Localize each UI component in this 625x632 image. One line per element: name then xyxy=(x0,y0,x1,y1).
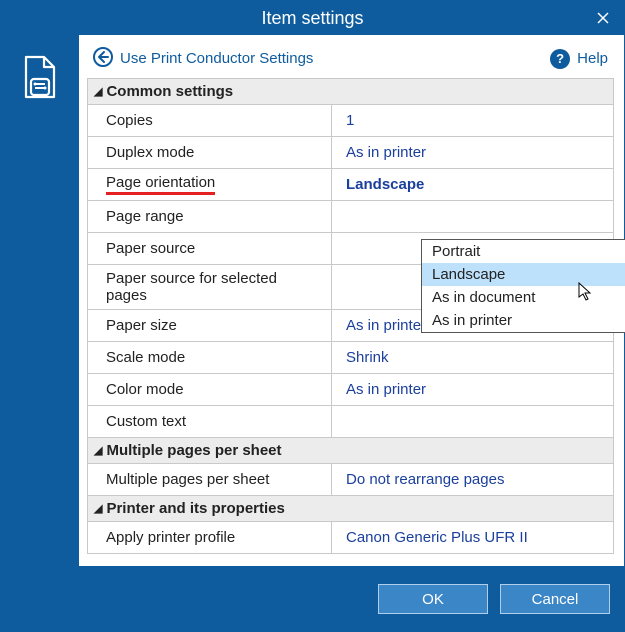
label-source-selected: Paper source for selected pages xyxy=(88,265,332,309)
section-common-label: Common settings xyxy=(106,83,233,100)
close-icon xyxy=(597,12,609,24)
label-custom: Custom text xyxy=(88,406,332,437)
section-multi-label: Multiple pages per sheet xyxy=(106,442,281,459)
section-multi-header[interactable]: ◢ Multiple pages per sheet xyxy=(88,438,613,464)
label-profile: Apply printer profile xyxy=(88,522,332,553)
value-mps: Do not rearrange pages xyxy=(332,464,613,495)
label-orientation: Page orientation xyxy=(88,169,332,200)
value-copies: 1 xyxy=(332,105,613,136)
footer: OK Cancel xyxy=(1,566,624,632)
row-copies[interactable]: Copies 1 xyxy=(88,105,613,137)
orientation-dropdown[interactable]: Portrait Landscape As in document As in … xyxy=(421,239,625,333)
sidebar xyxy=(1,35,79,566)
value-orientation: Landscape xyxy=(332,169,613,200)
row-mps[interactable]: Multiple pages per sheet Do not rearrang… xyxy=(88,464,613,496)
close-button[interactable] xyxy=(592,7,614,29)
titlebar: Item settings xyxy=(1,1,624,35)
value-profile: Canon Generic Plus UFR II xyxy=(332,522,613,553)
value-color: As in printer xyxy=(332,374,613,405)
value-duplex: As in printer xyxy=(332,137,613,168)
document-settings-icon xyxy=(22,55,58,99)
row-duplex[interactable]: Duplex mode As in printer xyxy=(88,137,613,169)
label-color: Color mode xyxy=(88,374,332,405)
label-range: Page range xyxy=(88,201,332,232)
collapse-icon: ◢ xyxy=(94,444,102,457)
label-duplex: Duplex mode xyxy=(88,137,332,168)
label-copies: Copies xyxy=(88,105,332,136)
dropdown-option-landscape[interactable]: Landscape xyxy=(422,263,625,286)
help-link[interactable]: ? Help xyxy=(550,49,608,69)
label-scale: Scale mode xyxy=(88,342,332,373)
dropdown-option-portrait[interactable]: Portrait xyxy=(422,240,625,263)
section-common-header[interactable]: ◢ Common settings xyxy=(88,79,613,105)
row-custom[interactable]: Custom text xyxy=(88,406,613,438)
ok-button[interactable]: OK xyxy=(378,584,488,614)
label-mps: Multiple pages per sheet xyxy=(88,464,332,495)
use-conductor-label: Use Print Conductor Settings xyxy=(120,50,313,67)
dropdown-option-as-in-document[interactable]: As in document xyxy=(422,286,625,309)
collapse-icon: ◢ xyxy=(94,502,102,515)
collapse-icon: ◢ xyxy=(94,85,102,98)
cancel-button[interactable]: Cancel xyxy=(500,584,610,614)
window-title: Item settings xyxy=(1,8,624,29)
main-panel: Use Print Conductor Settings ? Help ◢ Co… xyxy=(79,35,624,566)
row-scale[interactable]: Scale mode Shrink xyxy=(88,342,613,374)
value-custom xyxy=(332,406,613,437)
use-conductor-link[interactable]: Use Print Conductor Settings xyxy=(93,47,313,70)
label-size: Paper size xyxy=(88,310,332,341)
value-scale: Shrink xyxy=(332,342,613,373)
row-profile[interactable]: Apply printer profile Canon Generic Plus… xyxy=(88,522,613,554)
section-printer-label: Printer and its properties xyxy=(106,500,284,517)
row-color[interactable]: Color mode As in printer xyxy=(88,374,613,406)
dropdown-option-as-in-printer[interactable]: As in printer xyxy=(422,309,625,332)
top-toolbar: Use Print Conductor Settings ? Help xyxy=(87,43,614,78)
help-label: Help xyxy=(577,50,608,67)
section-printer-header[interactable]: ◢ Printer and its properties xyxy=(88,496,613,522)
back-arrow-icon xyxy=(93,47,113,70)
label-source: Paper source xyxy=(88,233,332,264)
row-range[interactable]: Page range xyxy=(88,201,613,233)
value-range xyxy=(332,201,613,232)
row-orientation[interactable]: Page orientation Landscape xyxy=(88,169,613,201)
help-icon: ? xyxy=(550,49,570,69)
